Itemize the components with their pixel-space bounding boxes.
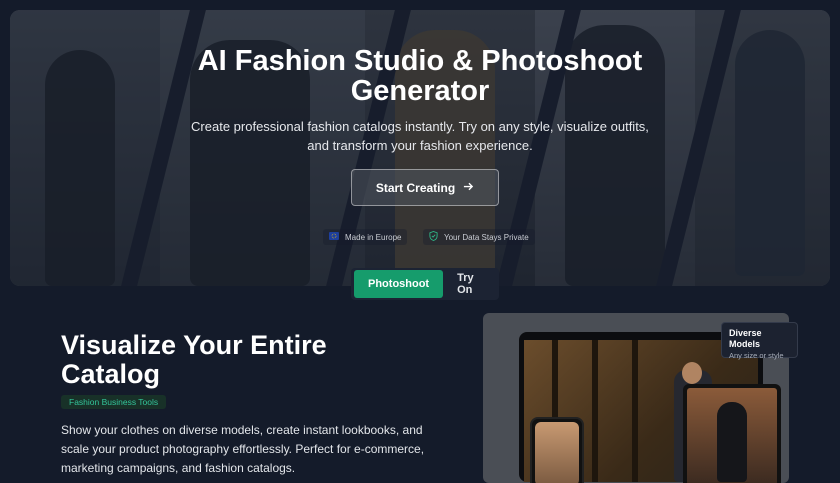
diverse-models-callout: Diverse Models Any size or style [721,322,798,360]
badge-label: Your Data Stays Private [444,232,529,242]
badge-label: Made in Europe [345,232,402,242]
section-title-text: Visualize Your Entire Catalog [61,330,327,389]
tablet-screen-photo [687,388,777,483]
category-tag: Fashion Business Tools [61,395,167,409]
made-in-europe-badge: Made in Europe [323,229,408,245]
eu-flag-icon [329,232,339,242]
tab-try-on[interactable]: Try On [443,270,499,298]
start-creating-button[interactable]: Start Creating [351,169,499,206]
hero-title-text: AI Fashion Studio & Photoshoot Generator [197,45,643,107]
phone-screen-photo [535,422,579,483]
tablet-mockup [683,384,781,483]
callout-title: Diverse Models [729,328,762,349]
shield-check-icon [429,231,438,243]
phone-mockup [530,417,584,483]
section-title: Visualize Your Entire Catalog [61,331,361,389]
tab-photoshoot[interactable]: Photoshoot [354,270,444,298]
arrow-right-icon [463,181,474,195]
hero-title: AI Fashion Studio & Photoshoot Generator [0,46,840,106]
callout-subtitle: Any size or style [729,351,784,360]
start-creating-label: Start Creating [375,180,456,195]
mode-tabs: Photoshoot Try On [351,268,499,300]
data-privacy-badge: Your Data Stays Private [423,229,535,245]
section-description: Show your clothes on diverse models, cre… [61,423,425,475]
hero-subtitle: Create professional fashion catalogs ins… [191,119,649,153]
